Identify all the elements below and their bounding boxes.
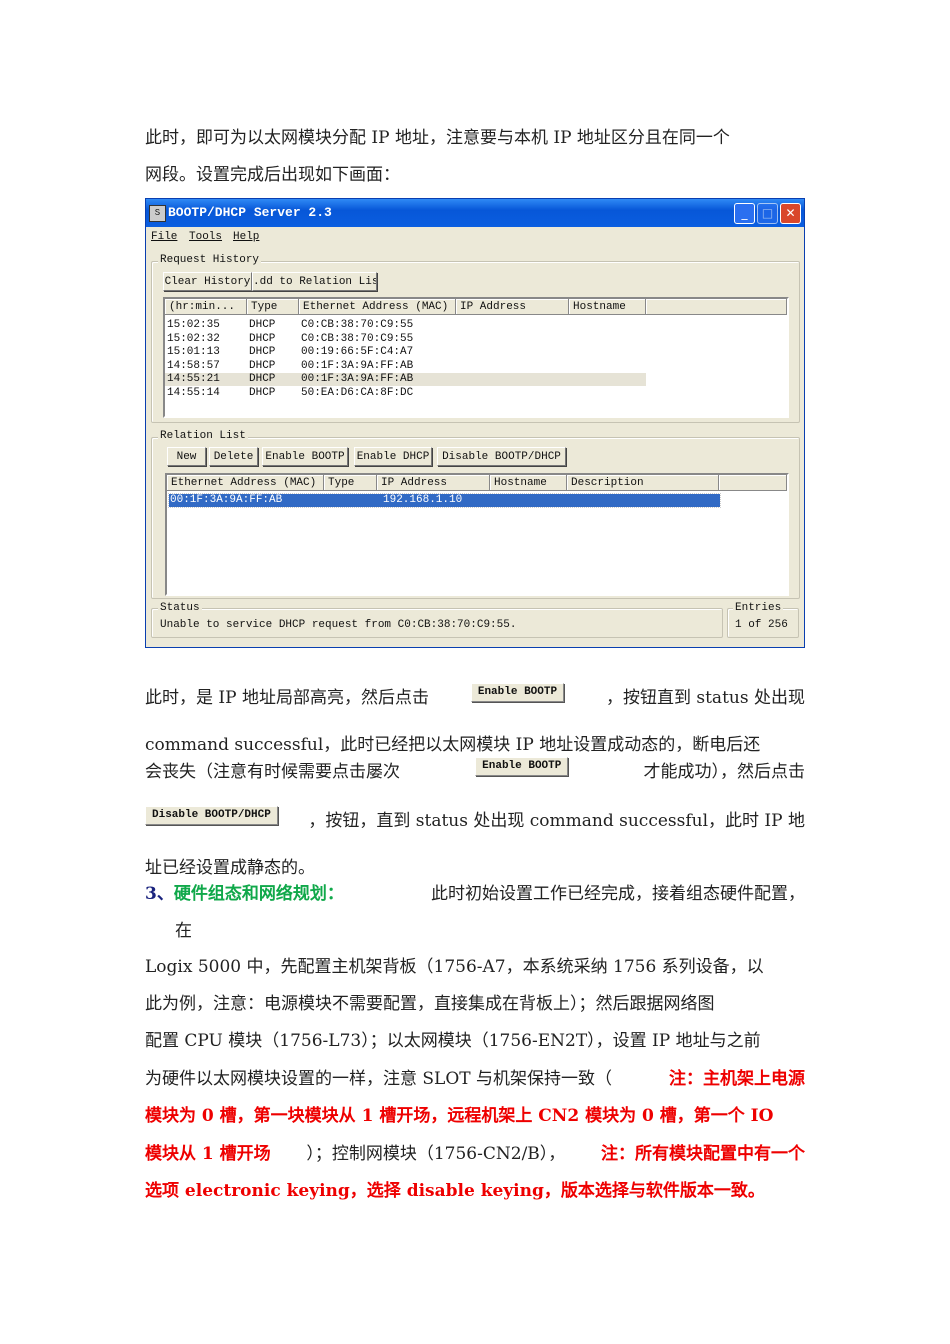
cell-mac: 00:1F:3A:9A:FF:AB <box>301 359 414 372</box>
status-text: Unable to service DHCP request from C0:C… <box>160 619 517 631</box>
add-to-relation-list-button[interactable]: .dd to Relation Lis <box>252 272 377 291</box>
cell-type: DHCP <box>249 359 276 372</box>
relation-list[interactable]: Ethernet Address (MAC) Type IP Address H… <box>165 473 789 596</box>
section-title: 硬件组态和网络规划： <box>173 884 344 904</box>
relation-list-label: Relation List <box>158 430 248 442</box>
column-header-ip[interactable]: IP Address <box>377 475 490 491</box>
cell-time: 14:55:21 <box>167 373 220 386</box>
note-text: 注：所有模块配置中有一个 <box>600 1144 805 1164</box>
column-header-time[interactable]: (hr:min... <box>165 299 247 315</box>
request-history-row[interactable]: 14:58:57 DHCP 00:1F:3A:9A:FF:AB <box>165 360 646 373</box>
menu-tools[interactable]: Tools <box>189 231 222 243</box>
clear-history-button[interactable]: Clear History <box>163 272 252 291</box>
request-history-row[interactable]: 14:55:21 DHCP 00:1F:3A:9A:FF:AB <box>165 373 646 387</box>
app-icon: S <box>149 205 166 222</box>
cell-mac: 50:EA:D6:CA:8F:DC <box>301 387 414 399</box>
text-segment: 此时初始设置工作已经完成，接着组态硬件配置， <box>431 884 805 904</box>
request-history-row[interactable]: 15:02:35 DHCP C0:CB:38:70:C9:55 <box>165 319 646 332</box>
disable-bootp-dhcp-button[interactable]: Disable BOOTP/DHCP <box>437 447 566 466</box>
title-bar[interactable]: S BOOTP/DHCP Server 2.3 _ □ ✕ <box>146 199 804 227</box>
note-text: 模块从 1 槽开场 <box>145 1144 271 1164</box>
document-page: 此时，即可为以太网模块分配 IP 地址，注意要与本机 IP 地址区分且在同一个 … <box>0 0 950 1344</box>
column-header-description[interactable]: Description <box>567 475 719 491</box>
cell-mac: C0:CB:38:70:C9:55 <box>301 332 414 345</box>
bootp-dhcp-window: S BOOTP/DHCP Server 2.3 _ □ ✕ File Tools… <box>145 198 805 648</box>
column-header-filler <box>646 299 787 315</box>
new-button[interactable]: New <box>167 447 206 466</box>
cell-time: 15:01:13 <box>167 346 220 359</box>
cell-type: DHCP <box>249 319 276 331</box>
paragraph-line: 此为例，注意：电源模块不需要配置，直接集成在背板上）；然后跟据网络图 <box>145 994 715 1014</box>
maximize-icon[interactable]: □ <box>757 203 778 224</box>
text-segment: ，按钮直到 status 处出现 <box>605 688 805 708</box>
note-text: 注：主机架上电源 <box>669 1069 805 1089</box>
column-header-type[interactable]: Type <box>247 299 299 315</box>
delete-button[interactable]: Delete <box>209 447 258 466</box>
column-header-hostname[interactable]: Hostname <box>569 299 646 315</box>
window-title: BOOTP/DHCP Server 2.3 <box>168 205 332 220</box>
menu-help[interactable]: Help <box>233 231 259 243</box>
column-header-ip[interactable]: IP Address <box>456 299 569 315</box>
relation-row-selected[interactable]: 00:1F:3A:9A:FF:AB 192.168.1.10 <box>168 493 721 508</box>
cell-time: 15:02:35 <box>167 319 220 331</box>
paragraph-line: Disable BOOTP/DHCP ，按钮，直到 status 处出现 com… <box>145 805 805 832</box>
paragraph-line: 在 <box>175 921 192 941</box>
request-history-row[interactable]: 14:55:14 DHCP 50:EA:D6:CA:8F:DC <box>165 387 646 400</box>
cell-mac: 00:1F:3A:9A:FF:AB <box>170 494 283 506</box>
column-header-type[interactable]: Type <box>324 475 377 491</box>
text-segment: 才能成功），然后点击 <box>643 762 806 782</box>
minimize-icon[interactable]: _ <box>734 203 755 224</box>
section-heading-line: 3、硬件组态和网络规划： 此时初始设置工作已经完成，接着组态硬件配置， <box>145 883 805 905</box>
column-header-mac[interactable]: Ethernet Address (MAC) <box>299 299 456 315</box>
inline-enable-bootp-button-image: Enable BOOTP <box>470 682 565 702</box>
paragraph-line: 配置 CPU 模块（1756-L73）；以太网模块（1756-EN2T），设置 … <box>145 1031 761 1051</box>
text-segment: ）；控制网模块（1756-CN2/B）， <box>306 1144 566 1164</box>
note-line: 模块为 0 槽，第一块模块从 1 槽开场，远程机架上 CN2 模块为 0 槽，第… <box>145 1106 774 1126</box>
column-header-hostname[interactable]: Hostname <box>490 475 567 491</box>
text-segment: 会丧失（注意有时候需要点击屡次 <box>145 762 400 782</box>
menu-file[interactable]: File <box>151 231 177 243</box>
request-history-list[interactable]: (hr:min... Type Ethernet Address (MAC) I… <box>163 297 789 418</box>
paragraph-line: command successful，此时已经把以太网模块 IP 地址设置成动态… <box>145 735 761 755</box>
text-segment: 为硬件以太网模块设置的一样，注意 SLOT 与机架保持一致（ <box>145 1069 613 1089</box>
cell-mac: 00:1F:3A:9A:FF:AB <box>301 373 414 386</box>
column-header-filler <box>719 475 787 491</box>
request-history-row[interactable]: 15:01:13 DHCP 00:19:66:5F:C4:A7 <box>165 346 646 359</box>
cell-mac: 00:19:66:5F:C4:A7 <box>301 346 414 359</box>
paragraph-line: 会丧失（注意有时候需要点击屡次 Enable BOOTP 才能成功），然后点击 <box>145 756 806 783</box>
cell-ip: 192.168.1.10 <box>383 494 463 506</box>
entries-label: Entries <box>733 602 784 614</box>
paragraph-line: Logix 5000 中，先配置主机架背板（1756-A7，本系统采纳 1756… <box>145 957 764 977</box>
text-segment: ，按钮，直到 status 处出现 command successful，此时 … <box>308 811 805 831</box>
section-number: 3、 <box>145 884 174 904</box>
cell-time: 14:58:57 <box>167 359 220 372</box>
cell-type: DHCP <box>249 332 276 345</box>
cell-type: DHCP <box>249 387 276 399</box>
close-icon[interactable]: ✕ <box>780 203 801 224</box>
paragraph-line: 此时，是 IP 地址局部高亮，然后点击 Enable BOOTP ，按钮直到 s… <box>145 682 805 709</box>
inline-disable-bootp-dhcp-button-image: Disable BOOTP/DHCP <box>145 805 278 825</box>
entries-count: 1 of 256 <box>735 619 788 631</box>
status-label: Status <box>158 602 202 614</box>
paragraph-line: 此时，即可为以太网模块分配 IP 地址，注意要与本机 IP 地址区分且在同一个 <box>145 128 730 148</box>
paragraph-line: 为硬件以太网模块设置的一样，注意 SLOT 与机架保持一致（ 注：主机架上电源 <box>145 1068 805 1090</box>
enable-bootp-button[interactable]: Enable BOOTP <box>262 447 348 466</box>
note-line: 选项 electronic keying，选择 disable keying，版… <box>145 1181 765 1201</box>
paragraph-line: 模块从 1 槽开场 ）；控制网模块（1756-CN2/B）， 注：所有模块配置中… <box>145 1143 805 1165</box>
cell-time: 14:55:14 <box>167 387 220 399</box>
paragraph-line: 网段。设置完成后出现如下画面： <box>145 165 400 185</box>
request-history-label: Request History <box>158 254 262 266</box>
paragraph-line: 址已经设置成静态的。 <box>145 858 315 878</box>
column-header-mac[interactable]: Ethernet Address (MAC) <box>167 475 324 491</box>
inline-enable-bootp-button-image: Enable BOOTP <box>475 756 569 776</box>
cell-time: 15:02:32 <box>167 332 220 345</box>
enable-dhcp-button[interactable]: Enable DHCP <box>354 447 432 466</box>
cell-type: DHCP <box>249 373 276 386</box>
request-history-row[interactable]: 15:02:32 DHCP C0:CB:38:70:C9:55 <box>165 333 646 346</box>
text-segment: 此时，是 IP 地址局部高亮，然后点击 <box>145 688 429 708</box>
cell-type: DHCP <box>249 346 276 359</box>
cell-mac: C0:CB:38:70:C9:55 <box>301 319 414 331</box>
